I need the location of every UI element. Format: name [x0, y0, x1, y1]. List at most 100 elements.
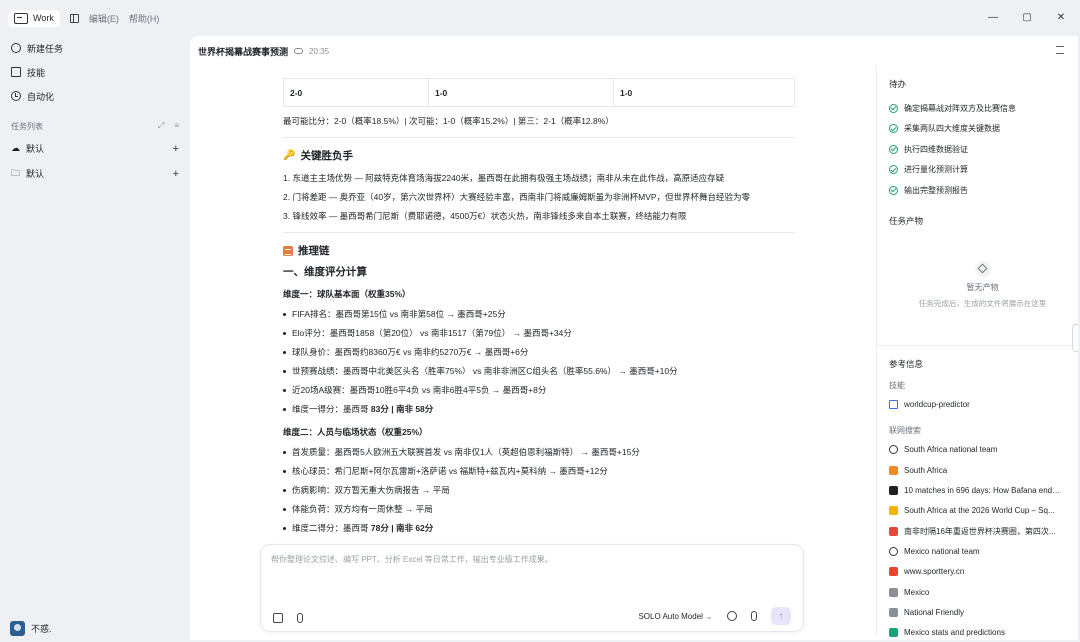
sidebar-item-label: 新建任务	[27, 43, 64, 54]
panel-collapse-icon[interactable]	[1056, 46, 1064, 54]
attachment-icon[interactable]	[297, 613, 303, 623]
dimension-heading: 维度二：人员与临场状态（权重25%）	[283, 427, 428, 437]
microphone-icon[interactable]	[751, 611, 757, 621]
list-item: FIFA排名：墨西哥第15位 vs 南非第58位 → 墨西哥+25分	[283, 305, 795, 324]
check-circle-icon	[889, 103, 898, 113]
table-cell: 2-0	[283, 78, 429, 107]
edit-icon[interactable]	[273, 613, 283, 623]
divider	[283, 232, 795, 233]
reference-text: South Africa	[904, 465, 948, 475]
right-panel: 待办 确定揭幕战对阵双方及比赛信息 采集两队四大维度关键数据 执行四维数据验证 …	[876, 66, 1080, 638]
list-item: 伤病影响：双方暂无重大伤病报告 → 平局	[283, 481, 795, 500]
window-controls: — ▢ ✕	[986, 12, 1068, 23]
site-icon	[889, 486, 898, 496]
chevron-down-icon: ⌄	[705, 610, 713, 621]
maximize-icon[interactable]: ▢	[1020, 12, 1034, 23]
globe-icon	[889, 546, 898, 556]
reference-link[interactable]: Mexico national team	[889, 541, 1076, 561]
list-item: 首发质量：墨西哥5人欧洲五大联赛首发 vs 南非仅1人（英超伯恩利福斯特） → …	[283, 443, 795, 462]
table-row: 2-0 1-0 1-0	[283, 78, 795, 107]
reference-link[interactable]: National Friendly	[889, 602, 1076, 622]
check-circle-icon	[889, 165, 898, 175]
reference-text: www.sporttery.cn	[904, 567, 965, 577]
section-heading: 一、维度评分计算	[283, 266, 367, 278]
chat-composer: SOLO Auto Model ⌄ ↑	[260, 544, 804, 632]
cloud-icon: ☁	[11, 143, 20, 153]
minimize-icon[interactable]: —	[986, 12, 1000, 23]
page-title: 世界杯揭幕战赛事预测	[198, 46, 289, 57]
skill-link[interactable]: worldcup-predictor	[889, 395, 1076, 415]
task-group-label: 默认	[26, 144, 45, 154]
main-panel: 世界杯揭幕战赛事预测 20:35 2-0 1-0 1-0 最可能比分：2-0（概…	[190, 36, 1080, 640]
menu-help[interactable]: 帮助(H)	[129, 12, 160, 25]
todo-item: 确定揭幕战对阵双方及比赛信息	[889, 98, 1076, 119]
sidebar-item-label: 技能	[27, 67, 46, 78]
add-task-icon[interactable]: +	[173, 168, 179, 180]
task-list-header: 任务列表 ⤢ ≡	[0, 116, 190, 136]
list-item: 体能负荷：双方均有一周休整 → 平局	[283, 500, 795, 519]
reference-link[interactable]: South Africa at the 2026 World Cup – Sq.…	[889, 501, 1076, 521]
list-item: 球队身价：墨西哥约8360万€ vs 南非约5270万€ → 墨西哥+6分	[283, 343, 795, 362]
check-circle-icon	[889, 144, 898, 154]
task-group-label: 默认	[26, 169, 45, 179]
task-group-folder[interactable]: 🗀 默认 +	[0, 161, 190, 186]
arrow-up-icon: ↑	[778, 610, 784, 622]
add-task-icon[interactable]: +	[173, 143, 179, 155]
folder-icon: 🗀	[11, 167, 21, 178]
chat-icon[interactable]	[727, 611, 737, 621]
key-icon: 🔑	[283, 150, 296, 161]
sidebar: 新建任务 技能 自动化 任务列表 ⤢ ≡ ☁ 默认 + 🗀 默认 + 不惑.	[0, 36, 190, 642]
cloud-sync-icon	[294, 48, 304, 54]
model-selector[interactable]: SOLO Auto Model ⌄	[638, 611, 713, 622]
reference-link[interactable]: 南非时隔16年重返世界杯决赛圈，第四次...	[889, 521, 1076, 541]
reference-link[interactable]: South Africa national team	[889, 440, 1076, 460]
list-item: 近20场A级赛：墨西哥10胜6平4负 vs 南非6胜4平5负 → 墨西哥+8分	[283, 381, 795, 400]
sidebar-item-skills[interactable]: 技能	[0, 60, 190, 84]
reference-link[interactable]: Mexico stats and predictions	[889, 622, 1076, 642]
sidebar-item-automation[interactable]: 自动化	[0, 84, 190, 108]
clock-icon	[11, 91, 21, 101]
table-cell: 1-0	[428, 78, 614, 107]
dimension-score: 维度二得分：墨西哥 78分 | 南非 62分	[283, 519, 795, 536]
panel-drag-handle[interactable]	[1072, 324, 1078, 352]
sidebar-toggle-icon[interactable]	[69, 13, 79, 23]
divider	[877, 344, 1080, 346]
timestamp: 20:35	[309, 46, 330, 56]
web-search-label: 联网搜索	[889, 425, 921, 435]
reference-text: National Friendly	[904, 607, 965, 617]
send-button[interactable]: ↑	[771, 607, 791, 625]
empty-description: 任务完成后，生成的文件将展示在这里	[918, 298, 1047, 308]
user-profile[interactable]: 不惑.	[10, 621, 52, 636]
reference-text: 10 matches in 696 days: How Bafana ended…	[904, 486, 1062, 496]
check-circle-icon	[889, 124, 898, 134]
expand-icon[interactable]: ⤢	[158, 121, 164, 131]
heading-text: 推理链	[298, 245, 330, 257]
reference-link[interactable]: 10 matches in 696 days: How Bafana ended…	[889, 480, 1076, 500]
book-icon	[11, 67, 21, 77]
reference-link[interactable]: www.sporttery.cn	[889, 562, 1076, 582]
list-item: 世预赛战绩：墨西哥中北美区头名（胜率75%） vs 南非非洲区C组头名（胜率55…	[283, 362, 795, 381]
todo-item: 进行量化预测计算	[889, 160, 1076, 181]
menu-edit[interactable]: 编辑(E)	[89, 12, 119, 25]
skills-label: 技能	[889, 380, 905, 390]
filter-icon[interactable]: ≡	[174, 121, 179, 131]
divider	[283, 137, 795, 138]
reference-text: 南非时隔16年重返世界杯决赛圈，第四次...	[904, 526, 1056, 536]
list-item: 1. 东道主主场优势 — 阿兹特克体育场海拔2240米，墨西哥在此拥有极强主场战…	[283, 173, 725, 183]
dimension-heading: 维度一：球队基本面（权重35%）	[283, 289, 411, 299]
reference-text: South Africa at the 2026 World Cup – Sq.…	[904, 506, 1055, 516]
reference-link[interactable]: South Africa	[889, 460, 1076, 480]
user-name: 不惑.	[31, 624, 52, 634]
reference-link[interactable]: Mexico	[889, 582, 1076, 602]
close-icon[interactable]: ✕	[1054, 12, 1068, 23]
sidebar-item-new-task[interactable]: 新建任务	[0, 36, 190, 60]
prompt-input[interactable]	[271, 555, 791, 564]
sidebar-item-label: 自动化	[27, 91, 55, 102]
work-tab[interactable]: Work	[8, 9, 60, 27]
title-bar: Work 编辑(E) 帮助(H) — ▢ ✕	[0, 0, 1080, 36]
todo-item: 输出完整预测报告	[889, 180, 1076, 201]
heading-text: 关键胜负手	[300, 150, 353, 162]
site-icon	[889, 526, 898, 536]
todo-item: 执行四维数据验证	[889, 139, 1076, 160]
task-group-cloud[interactable]: ☁ 默认 +	[0, 136, 190, 161]
